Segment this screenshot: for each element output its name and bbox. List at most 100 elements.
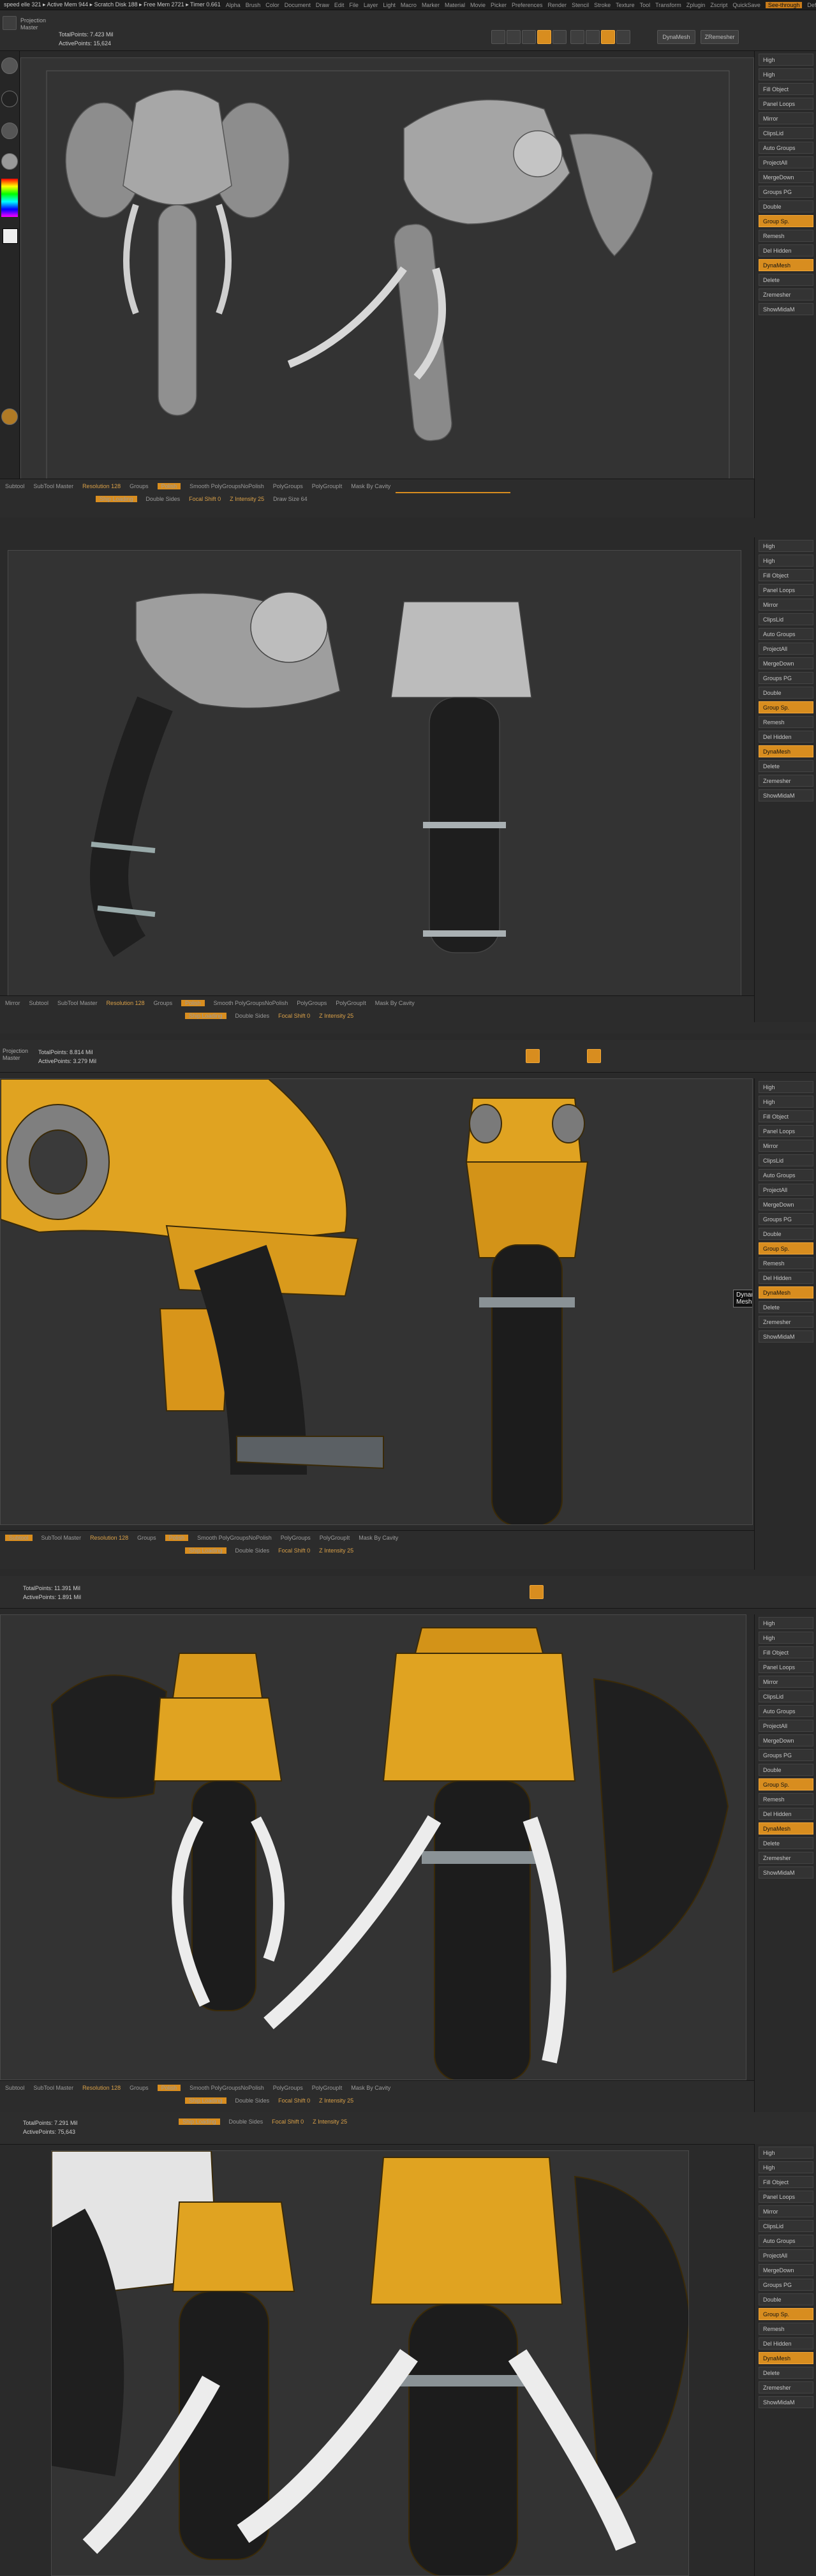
- shelf-btn-remesh-p3[interactable]: Remesh: [759, 1257, 813, 1269]
- shelf-btn-high-2-p3[interactable]: High: [759, 1096, 813, 1108]
- subtool-master-button-4[interactable]: SubTool Master: [34, 2085, 74, 2091]
- shelf-btn-dynamesh-p4[interactable]: DynaMesh: [759, 1822, 813, 1835]
- polygroupit-button[interactable]: PolyGroupIt: [312, 483, 343, 489]
- brush-icon[interactable]: [1, 57, 18, 74]
- viewport-4[interactable]: [0, 1614, 746, 2080]
- polygroups-button-4[interactable]: PolyGroups: [273, 2085, 303, 2091]
- shelf-btn-projectall-p3[interactable]: ProjectAll: [759, 1184, 813, 1196]
- polish-button-2[interactable]: Polish: [181, 1000, 205, 1006]
- subtool-master-button-3[interactable]: SubTool Master: [41, 1535, 82, 1541]
- lightbox-icon[interactable]: [3, 16, 17, 30]
- shelf-btn-mirror-p3[interactable]: Mirror: [759, 1140, 813, 1152]
- shelf-btn-double[interactable]: Double: [759, 200, 813, 212]
- shelf-btn-projectall-p5[interactable]: ProjectAll: [759, 2249, 813, 2261]
- menu-item-edit[interactable]: Edit: [334, 2, 345, 8]
- polish-button-4[interactable]: Polish: [157, 2085, 181, 2091]
- menu-item-layer[interactable]: Layer: [364, 2, 378, 8]
- scale-mode-icon[interactable]: [537, 30, 551, 44]
- shelf-btn-clipslid-p5[interactable]: ClipsLid: [759, 2220, 813, 2232]
- menu-item-alpha[interactable]: Alpha: [226, 2, 241, 8]
- resolution-slider-3[interactable]: Resolution 128: [90, 1535, 128, 1541]
- scale-mode-icon-4[interactable]: [530, 1585, 544, 1599]
- shelf-btn-mirror-p2[interactable]: Mirror: [759, 599, 813, 611]
- zsub-icon[interactable]: [586, 30, 600, 44]
- z-intensity-slider-3[interactable]: Z Intensity 25: [319, 1547, 353, 1554]
- shelf-btn-high-2-p2[interactable]: High: [759, 555, 813, 567]
- double-sided-button-3[interactable]: Double Sides: [235, 1547, 270, 1554]
- draw-mode-icon[interactable]: [507, 30, 521, 44]
- shelf-btn-showmidam-p2[interactable]: ShowMidaM: [759, 789, 813, 801]
- shelf-btn-high-p3[interactable]: High: [759, 1081, 813, 1093]
- polyframe-icon-3[interactable]: [587, 1049, 601, 1063]
- menu-item-material[interactable]: Material: [445, 2, 465, 8]
- resolution-slider-2[interactable]: Resolution 128: [107, 1000, 145, 1006]
- shelf-btn-mergedown-p5[interactable]: MergeDown: [759, 2264, 813, 2276]
- menu-item-draw[interactable]: Draw: [316, 2, 329, 8]
- shelf-btn-auto-groups[interactable]: Auto Groups: [759, 142, 813, 154]
- stroke-icon[interactable]: [1, 91, 18, 107]
- shelf-btn-zremesher-p4[interactable]: Zremesher: [759, 1852, 813, 1864]
- shelf-btn-delete-p3[interactable]: Delete: [759, 1301, 813, 1313]
- polygroupit-button-4[interactable]: PolyGroupIt: [312, 2085, 343, 2091]
- subtool-master-button-2[interactable]: SubTool Master: [57, 1000, 98, 1006]
- shelf-btn-groups-pg-p3[interactable]: Groups PG: [759, 1213, 813, 1225]
- mask-by-cavity-button[interactable]: Mask By Cavity: [351, 483, 390, 489]
- shelf-btn-groups-pg-p4[interactable]: Groups PG: [759, 1749, 813, 1761]
- subtool-button[interactable]: Subtool: [5, 483, 25, 489]
- double-sided-button[interactable]: Double Sides: [146, 496, 181, 502]
- z-intensity-slider-2[interactable]: Z Intensity 25: [319, 1013, 353, 1019]
- shelf-btn-mergedown-p3[interactable]: MergeDown: [759, 1198, 813, 1210]
- dynamesh-panel-icon[interactable]: DynaMesh: [657, 30, 695, 44]
- menu-item-picker[interactable]: Picker: [491, 2, 507, 8]
- ship-loading-button-2[interactable]: Ship Loading: [185, 1013, 226, 1019]
- shelf-btn-groups-pg[interactable]: Groups PG: [759, 186, 813, 198]
- menu-item-transform[interactable]: Transform: [655, 2, 681, 8]
- main-color-swatch[interactable]: [3, 228, 18, 244]
- shelf-btn-projectall-p4[interactable]: ProjectAll: [759, 1720, 813, 1732]
- shelf-btn-clipslid[interactable]: ClipsLid: [759, 127, 813, 139]
- color-picker-icon[interactable]: [1, 179, 18, 217]
- polygroupit-button-3[interactable]: PolyGroupIt: [320, 1535, 350, 1541]
- focal-shift-slider-3[interactable]: Focal Shift 0: [278, 1547, 310, 1554]
- shelf-btn-panel-loops[interactable]: Panel Loops: [759, 98, 813, 110]
- shelf-btn-high-p2[interactable]: High: [759, 540, 813, 552]
- shelf-btn-clipslid-p2[interactable]: ClipsLid: [759, 613, 813, 625]
- mask-by-cavity-button-3[interactable]: Mask By Cavity: [359, 1535, 398, 1541]
- shelf-btn-remesh-p2[interactable]: Remesh: [759, 716, 813, 728]
- alpha-icon[interactable]: [1, 123, 18, 139]
- shelf-btn-panel-loops-p3[interactable]: Panel Loops: [759, 1125, 813, 1137]
- focal-shift-slider-2[interactable]: Focal Shift 0: [278, 1013, 310, 1019]
- shelf-btn-mirror-p4[interactable]: Mirror: [759, 1676, 813, 1688]
- viewport-1[interactable]: [20, 57, 754, 504]
- edit-mode-icon[interactable]: [491, 30, 505, 44]
- z-intensity-slider[interactable]: Z Intensity 25: [230, 496, 264, 502]
- menu-item-render[interactable]: Render: [548, 2, 567, 8]
- menu-item-zscript[interactable]: Zscript: [710, 2, 727, 8]
- subtool-button-3[interactable]: Subtool: [5, 1535, 33, 1541]
- shelf-btn-mergedown-p2[interactable]: MergeDown: [759, 657, 813, 669]
- viewport-3[interactable]: Dynamic Mesh: [0, 1078, 753, 1525]
- double-sided-button-4[interactable]: Double Sides: [235, 2097, 270, 2104]
- shelf-btn-fill-object-p5[interactable]: Fill Object: [759, 2176, 813, 2188]
- focal-shift-slider-4[interactable]: Focal Shift 0: [278, 2097, 310, 2104]
- shelf-btn-panel-loops-p4[interactable]: Panel Loops: [759, 1661, 813, 1673]
- menu-item-stencil[interactable]: Stencil: [572, 2, 589, 8]
- focal-shift-slider[interactable]: Focal Shift 0: [189, 496, 221, 502]
- quicksave-button[interactable]: QuickSave: [732, 2, 760, 8]
- shelf-btn-clipslid-p4[interactable]: ClipsLid: [759, 1690, 813, 1702]
- groups-button-2[interactable]: Groups: [154, 1000, 173, 1006]
- shelf-btn-high-2-p5[interactable]: High: [759, 2161, 813, 2173]
- polygroups-button[interactable]: PolyGroups: [273, 483, 303, 489]
- double-sided-button-2[interactable]: Double Sides: [235, 1013, 270, 1019]
- shelf-btn-mergedown[interactable]: MergeDown: [759, 171, 813, 183]
- shelf-btn-projectall[interactable]: ProjectAll: [759, 156, 813, 168]
- shelf-btn-del-hidden-p3[interactable]: Del Hidden: [759, 1272, 813, 1284]
- shelf-btn-del-hidden-p2[interactable]: Del Hidden: [759, 731, 813, 743]
- projection-master-button-3[interactable]: Projection Master: [3, 1048, 34, 1062]
- shelf-btn-panel-loops-p5[interactable]: Panel Loops: [759, 2191, 813, 2203]
- subtool-button-4[interactable]: Subtool: [5, 2085, 25, 2091]
- shelf-btn-dynamesh-p3[interactable]: DynaMesh: [759, 1286, 813, 1299]
- shelf-btn-remesh-p5[interactable]: Remesh: [759, 2323, 813, 2335]
- shelf-btn-auto-groups-p4[interactable]: Auto Groups: [759, 1705, 813, 1717]
- shelf-btn-group-sp[interactable]: Group Sp.: [759, 215, 813, 227]
